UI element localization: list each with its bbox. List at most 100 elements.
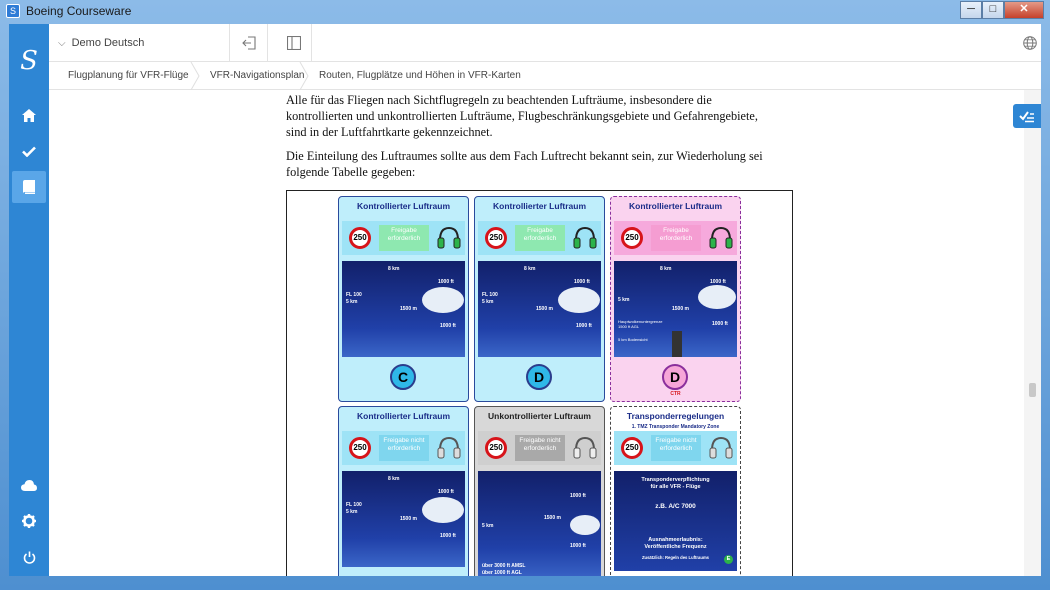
lesson-content: Alle für das Fliegen nach Sichtflugregel… xyxy=(49,90,1024,576)
cloud xyxy=(698,285,736,309)
visibility-scene: 8 km 1000 ft FL 100 5 km 1500 m 1000 ft xyxy=(342,261,465,357)
breadcrumb: Flugplanung für VFR-Flüge VFR-Navigation… xyxy=(49,62,1041,90)
clearance-label: Freigabe erforderlich xyxy=(379,225,429,251)
card-heading: Kontrollierter Luftraum xyxy=(628,201,723,211)
home-button[interactable] xyxy=(12,99,46,131)
transponder-card: Transponderregelungen 1. TMZ Transponder… xyxy=(610,406,741,576)
logout-button[interactable] xyxy=(12,541,46,573)
headset-icon xyxy=(709,226,733,249)
scene-label: Hauptwolkenuntergrenze 1500 ft AGL xyxy=(618,319,663,329)
toolbar-divider xyxy=(267,24,268,62)
scene-label: 1000 ft xyxy=(440,323,456,329)
airspace-card: Kontrollierter Luftraum 250 Freigabe nic… xyxy=(338,406,469,576)
cloud-icon xyxy=(21,479,37,491)
course-content-button[interactable] xyxy=(12,171,46,203)
cloud xyxy=(570,515,600,535)
course-label: Demo Deutsch xyxy=(71,37,145,49)
close-button[interactable]: ✕ xyxy=(1004,1,1044,19)
course-selector[interactable]: ⌵ Demo Deutsch xyxy=(49,24,230,62)
tmz-text: z.B. A/C 7000 xyxy=(655,503,696,510)
sync-button[interactable] xyxy=(12,469,46,501)
clearance-label: Freigabe erforderlich xyxy=(651,225,701,251)
scene-label: 1000 ft xyxy=(576,323,592,329)
tmz-text: Transponderverpflichtung xyxy=(641,477,710,483)
speed-limit-sign: 250 xyxy=(485,227,507,249)
content-scrollbar[interactable] xyxy=(1024,90,1041,576)
card-info-bar: 250 Freigabe nicht erforderlich xyxy=(614,431,737,465)
scrollbar-thumb[interactable] xyxy=(1029,383,1036,397)
scene-label: FL 100 xyxy=(482,292,498,298)
card-info-bar: 250 Freigabe erforderlich xyxy=(478,221,601,255)
scene-label: 1500 m xyxy=(400,306,417,312)
card-heading: Kontrollierter Luftraum xyxy=(356,411,451,421)
tmz-text: Veröffentliche Frequenz xyxy=(644,544,707,550)
speed-limit-sign: 250 xyxy=(349,227,371,249)
speed-limit-sign: 250 xyxy=(621,227,643,249)
scene-label: 1000 ft xyxy=(712,321,728,327)
speed-limit-sign: 250 xyxy=(349,437,371,459)
card-heading: Kontrollierter Luftraum xyxy=(356,201,451,211)
scene-label: 8 km xyxy=(388,266,400,272)
maximize-button[interactable]: □ xyxy=(982,1,1004,19)
cloud xyxy=(422,497,464,523)
checklist-icon xyxy=(1019,111,1034,123)
headset-icon xyxy=(709,436,733,459)
visibility-scene: 8 km 1000 ft FL 100 5 km 1500 m 1000 ft xyxy=(478,261,601,357)
globe-icon xyxy=(1023,36,1037,50)
scene-label: über 3000 ft AMSL xyxy=(482,563,526,569)
title-bar[interactable]: S Boeing Courseware ─ □ ✕ xyxy=(0,0,1050,22)
breadcrumb-item[interactable]: Routen, Flugplätze und Höhen in VFR-Kart… xyxy=(319,62,521,90)
minimize-button[interactable]: ─ xyxy=(960,1,982,19)
card-heading: Transponderregelungen xyxy=(626,411,725,421)
paragraph-line: sind in der Luftfahrtkarte gekennzeichne… xyxy=(286,125,493,139)
airspace-class-badge: D xyxy=(662,364,688,390)
app-window: S Boeing Courseware ─ □ ✕ S ⌵ Demo Deuts… xyxy=(0,0,1050,590)
scene-label: 1000 ft xyxy=(440,533,456,539)
scene-label: FL 100 xyxy=(346,292,362,298)
checkmark-icon xyxy=(22,146,36,157)
tmz-scene: Transponderverpflichtung für alle VFR - … xyxy=(614,471,737,571)
scene-label: 1000 ft xyxy=(438,279,454,285)
airspace-card-uncontrolled: Unkontrollierter Luftraum 250 Freigabe n… xyxy=(474,406,605,576)
exit-button[interactable] xyxy=(235,24,263,62)
card-heading: Unkontrollierter Luftraum xyxy=(488,411,591,421)
paragraph-line: kontrollierten und unkontrollierten Luft… xyxy=(286,109,758,123)
home-icon xyxy=(22,108,36,122)
headset-icon xyxy=(437,436,461,459)
paragraph: Die Einteilung des Luftraumes sollte aus… xyxy=(286,148,791,180)
scene-label: 5 km Bodensicht xyxy=(618,337,648,342)
airspace-card-ctr: Kontrollierter Luftraum 250 Freigabe erf… xyxy=(610,196,741,402)
clearance-label: Freigabe erforderlich xyxy=(515,225,565,251)
scene-label: 1500 m xyxy=(544,515,561,521)
breadcrumb-item[interactable]: Flugplanung für VFR-Flüge xyxy=(68,62,189,90)
airspace-card: Kontrollierter Luftraum 250 Freigabe erf… xyxy=(338,196,469,402)
mark-complete-button[interactable] xyxy=(1013,104,1041,128)
language-button[interactable] xyxy=(1016,24,1041,62)
scene-label: 5 km xyxy=(618,297,630,303)
card-info-bar: 250 Freigabe nicht erforderlich xyxy=(478,431,601,465)
card-info-bar: 250 Freigabe nicht erforderlich xyxy=(342,431,465,465)
window-title: Boeing Courseware xyxy=(26,4,132,18)
breadcrumb-item[interactable]: VFR-Navigationsplan xyxy=(210,62,305,90)
settings-button[interactable] xyxy=(12,505,46,537)
card-info-bar: 250 Freigabe erforderlich xyxy=(342,221,465,255)
toolbar-divider xyxy=(311,24,312,62)
paragraph-line: Alle für das Fliegen nach Sichtflugregel… xyxy=(286,93,712,107)
app-logo: S xyxy=(20,46,38,76)
progress-button[interactable] xyxy=(12,135,46,167)
scene-label: 1500 m xyxy=(536,306,553,312)
app-client-area: S ⌵ Demo Deutsch Flugplanung für VFR-Flü… xyxy=(9,24,1041,576)
headset-icon xyxy=(573,436,597,459)
visibility-scene: 8 km 1000 ft FL 100 5 km 1500 m 1000 ft xyxy=(342,471,465,567)
chevron-down-icon: ⌵ xyxy=(58,37,66,49)
headset-icon xyxy=(437,226,461,249)
tmz-text: für alle VFR - Flüge xyxy=(650,484,701,490)
scene-label: 8 km xyxy=(524,266,536,272)
gear-icon xyxy=(22,514,36,528)
toggle-panel-button[interactable] xyxy=(280,24,308,62)
cloud xyxy=(422,287,464,313)
ctr-label: CTR xyxy=(670,391,681,397)
scene-label: 8 km xyxy=(388,476,400,482)
power-icon xyxy=(23,551,35,564)
split-view-icon xyxy=(287,36,301,50)
